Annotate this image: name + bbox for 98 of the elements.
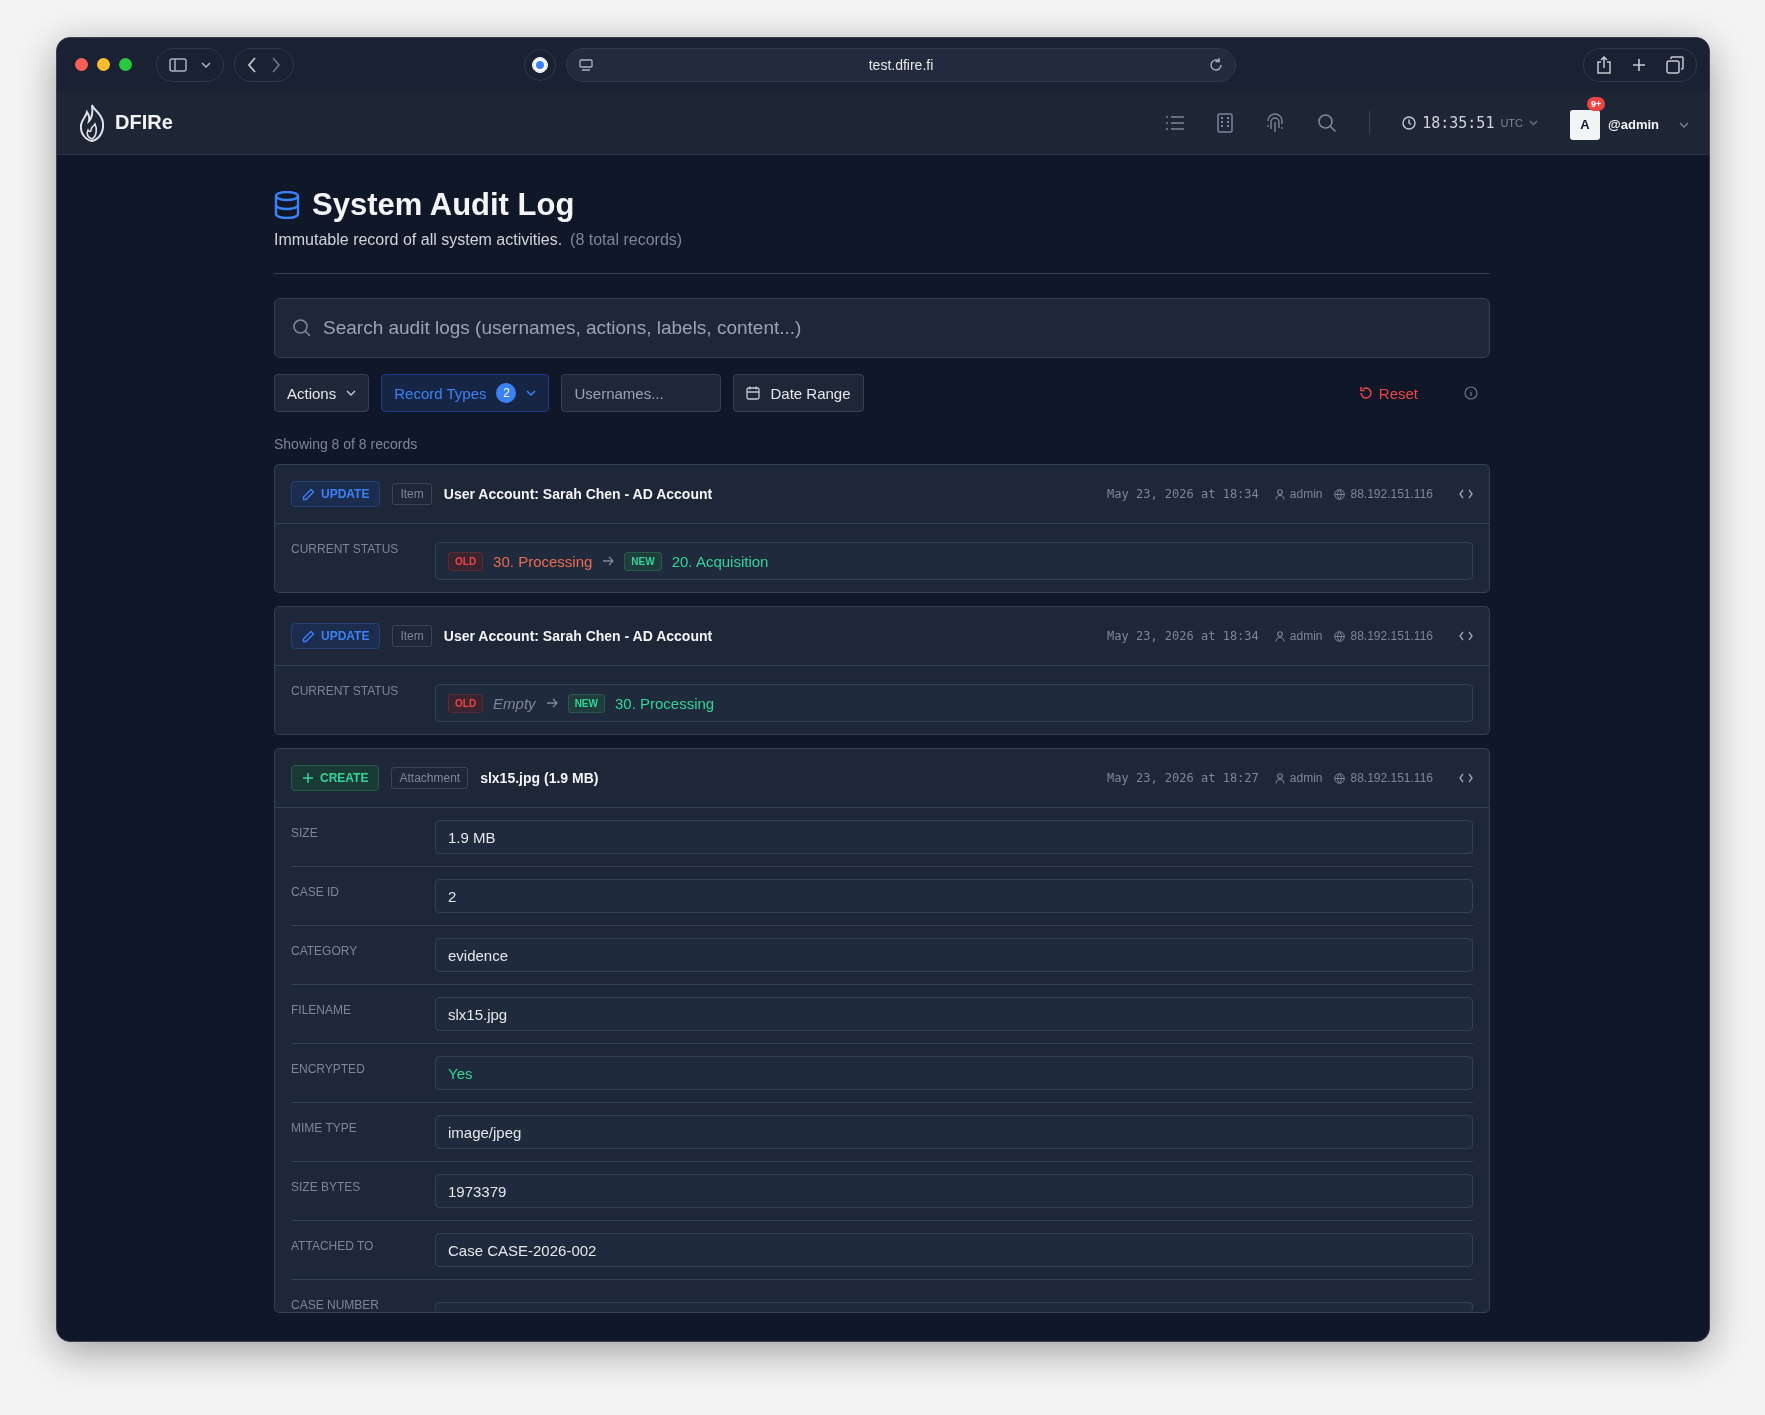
plus-icon <box>302 772 314 784</box>
zoom-window-button[interactable] <box>119 58 132 71</box>
record-type-tag: Item <box>392 483 432 505</box>
record-title: slx15.jpg (1.9 MB) <box>480 770 599 786</box>
new-value: 20. Acquisition <box>671 552 769 570</box>
calendar-icon[interactable] <box>746 386 761 400</box>
share-icon[interactable] <box>1596 55 1612 74</box>
field-label: FILENAME <box>291 1002 352 1017</box>
record-types-filter-dropdown[interactable]: Record Types 2 <box>381 374 550 412</box>
record-user: admin <box>1289 487 1323 501</box>
record-user: admin <box>1289 771 1323 785</box>
reset-icon[interactable] <box>1358 386 1373 400</box>
reset-button[interactable]: Reset <box>1352 383 1424 403</box>
user-menu[interactable]: A @admin <box>1570 109 1689 140</box>
page-subtitle: Immutable record of all system activities. <box>274 231 563 249</box>
caret-icon[interactable] <box>201 61 211 68</box>
record-user: admin <box>1289 629 1323 643</box>
record-title: User Account: Sarah Chen - AD Account <box>443 486 713 502</box>
new-value: 30. Processing <box>614 694 715 712</box>
close-window-button[interactable] <box>75 58 88 71</box>
old-tag: OLD <box>448 551 484 571</box>
tabs-overview-icon[interactable] <box>1666 55 1684 74</box>
field-label: CURRENT STATUS <box>291 683 400 698</box>
caret-icon <box>1529 119 1539 126</box>
new-tag: NEW <box>567 693 605 713</box>
action-badge: UPDATE <box>291 481 381 507</box>
record-timestamp: May 23, 2026 at 18:34 <box>1107 487 1259 501</box>
record-type-tag: Item <box>392 625 432 647</box>
pencil-icon <box>302 629 315 643</box>
field-value: 2 <box>435 879 1473 913</box>
record-title: User Account: Sarah Chen - AD Account <box>443 628 713 644</box>
code-icon[interactable] <box>1459 489 1473 499</box>
building-icon[interactable] <box>1217 112 1234 133</box>
field-value: Case CASE-2026-002 <box>435 1233 1473 1267</box>
clock-icon <box>1402 115 1417 130</box>
record-type-tag: Attachment <box>391 767 469 789</box>
code-icon[interactable] <box>1459 773 1473 783</box>
field-label: CURRENT STATUS <box>291 541 400 556</box>
avatar: A <box>1570 109 1601 140</box>
caret-icon <box>1679 121 1689 128</box>
caret-icon[interactable] <box>526 390 537 396</box>
record-ip-address: 88.192.151.116 <box>1350 771 1433 785</box>
date-range-button[interactable]: Date Range <box>733 374 864 412</box>
sidebar-icon[interactable] <box>169 57 187 72</box>
navigation-buttons[interactable] <box>234 47 294 82</box>
old-value: 30. Processing <box>493 552 593 570</box>
record-ip-address: 88.192.151.116 <box>1350 629 1433 643</box>
globe-icon <box>1334 488 1346 500</box>
info-icon[interactable] <box>1464 386 1478 400</box>
arrow-right-icon <box>602 556 615 566</box>
plus-icon[interactable] <box>1632 57 1646 72</box>
field-label: CATEGORY <box>291 943 359 958</box>
old-value: Empty <box>493 694 536 712</box>
field-label: SIZE BYTES <box>291 1179 362 1194</box>
arrow-right-icon <box>545 698 558 708</box>
code-icon[interactable] <box>1459 631 1473 641</box>
brand-name[interactable]: DFIRe <box>115 111 173 134</box>
user-icon <box>1274 772 1285 784</box>
record-timestamp: May 23, 2026 at 18:27 <box>1107 771 1259 785</box>
action-badge: CREATE <box>291 765 380 791</box>
field-label: CASE NUMBER <box>291 1297 380 1312</box>
field-label: CASE ID <box>291 884 340 899</box>
field-value: image/jpeg <box>435 1115 1473 1149</box>
record-timestamp: May 23, 2026 at 18:34 <box>1107 629 1259 643</box>
field-value: evidence <box>435 938 1473 972</box>
field-value: slx15.jpg <box>435 997 1473 1031</box>
new-tag: NEW <box>624 551 662 571</box>
user-icon <box>1274 630 1285 642</box>
field-label: ENCRYPTED <box>291 1061 366 1076</box>
field-label: MIME TYPE <box>291 1120 358 1135</box>
globe-icon <box>1334 630 1346 642</box>
fingerprint-icon[interactable] <box>1265 112 1286 133</box>
field-value: 1973379 <box>435 1174 1473 1208</box>
search-icon <box>292 318 312 338</box>
record-total: (8 total records) <box>570 231 683 249</box>
actions-filter-dropdown[interactable]: Actions <box>274 374 370 412</box>
caret-icon[interactable] <box>346 390 357 396</box>
globe-icon <box>1334 772 1346 784</box>
pencil-icon <box>302 487 315 501</box>
field-value: Yes <box>435 1056 1473 1090</box>
record-ip-address: 88.192.151.116 <box>1350 487 1433 501</box>
clock-selector[interactable]: 18:35:51 UTC <box>1402 113 1539 132</box>
user-icon <box>1274 488 1285 500</box>
page-title: System Audit Log <box>312 187 575 223</box>
database-icon <box>274 191 300 219</box>
record-count: Showing 8 of 8 records <box>274 436 419 452</box>
usernames-field[interactable]: Usernames... <box>561 374 722 412</box>
field-label: SIZE <box>291 825 319 840</box>
list-icon[interactable] <box>1165 114 1186 131</box>
search-field[interactable]: Search audit logs (usernames, actions, labels, content...) <box>274 298 1490 358</box>
search-icon[interactable] <box>1317 112 1338 133</box>
notification-badge: 9+ <box>1587 96 1606 111</box>
field-label: ATTACHED TO <box>291 1238 375 1253</box>
old-tag: OLD <box>448 693 484 713</box>
action-badge: UPDATE <box>291 623 381 649</box>
minimize-window-button[interactable] <box>97 58 110 71</box>
address-bar[interactable]: test.dfire.fi <box>566 47 1236 82</box>
field-value: 1.9 MB <box>435 820 1473 854</box>
